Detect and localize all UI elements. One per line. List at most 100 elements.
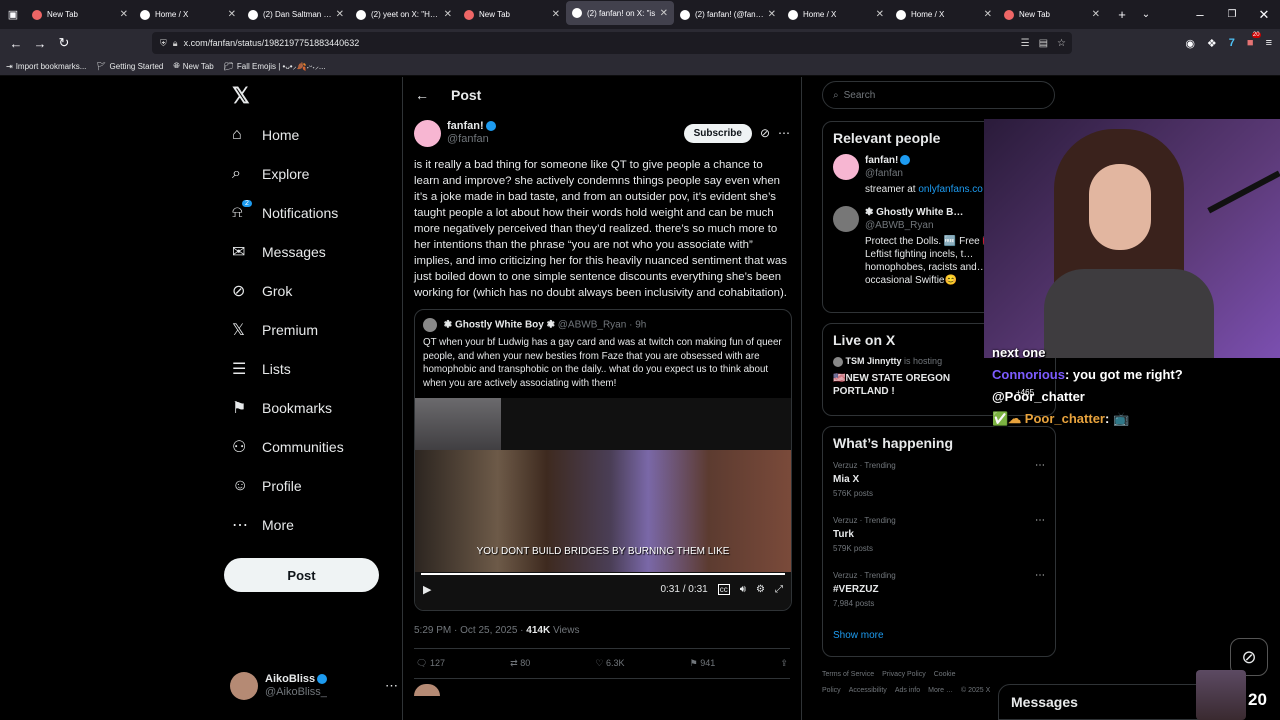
more-dots-icon[interactable]: ⋯ xyxy=(1035,569,1045,583)
ext-badge-icon[interactable]: ■ 20 xyxy=(1247,32,1261,49)
minimize-icon[interactable]: – xyxy=(1184,7,1216,22)
account-icon[interactable]: ◉ xyxy=(1185,37,1195,50)
reader-view-icon[interactable]: ☰ xyxy=(1021,38,1030,49)
post-handle[interactable]: @fanfan xyxy=(447,133,496,146)
live-host[interactable]: TSM Jinnytty xyxy=(846,356,902,366)
nav-item-home[interactable]: ⌂ Home xyxy=(224,115,402,154)
lock-icon[interactable]: 🔒︎ xyxy=(173,38,178,49)
play-icon[interactable]: ▶ xyxy=(423,583,431,596)
footer-link[interactable]: Accessibility xyxy=(849,687,887,694)
footer-link[interactable]: Ads info xyxy=(895,687,920,694)
avatar[interactable] xyxy=(833,154,859,180)
nav-item-profile[interactable]: ☺ Profile xyxy=(224,466,402,505)
fullscreen-icon[interactable]: ⤢ xyxy=(775,584,783,595)
address-bar[interactable]: ⛨ 🔒︎ x.com/fanfan/status/198219775188344… xyxy=(152,32,1072,54)
browser-tab[interactable]: (2) fanfan! (@fanfan ✕ xyxy=(674,0,782,29)
bookmark-star-icon[interactable]: ☆ xyxy=(1057,38,1066,49)
trend-item[interactable]: Verzuz · Trending #VERZUZ 7,984 posts ⋯ xyxy=(833,569,1045,624)
tab-list-icon[interactable]: ▣ xyxy=(0,8,26,21)
more-dots-icon[interactable]: ⋯ xyxy=(1035,459,1045,473)
more-dots-icon[interactable]: ⋯ xyxy=(1035,514,1045,528)
avatar[interactable] xyxy=(414,119,441,147)
browser-tab[interactable]: New Tab ✕ xyxy=(458,0,566,29)
settings-gear-icon[interactable]: ⚙ xyxy=(756,584,765,595)
reply-button[interactable]: 🗨︎ 127 xyxy=(416,658,445,669)
close-tab-icon[interactable]: ✕ xyxy=(444,9,452,20)
more-dots-icon[interactable]: ⋯ xyxy=(778,126,790,140)
post-author[interactable]: fanfan! xyxy=(447,120,484,132)
close-tab-icon[interactable]: ✕ xyxy=(984,9,992,20)
browser-tab[interactable]: New Tab ✕ xyxy=(26,0,134,29)
nav-item-grok[interactable]: ⊘ Grok xyxy=(224,271,402,310)
footer-link[interactable]: © 2025 X xyxy=(961,687,990,694)
share-icon[interactable]: ⇪ xyxy=(780,658,788,669)
shield-icon[interactable]: ⛨ xyxy=(160,38,167,49)
trend-item[interactable]: Verzuz · Trending Mia X 576K posts ⋯ xyxy=(833,459,1045,514)
extensions-icon[interactable]: ❖ xyxy=(1207,37,1217,50)
nav-item-messages[interactable]: ✉ Messages xyxy=(224,232,402,271)
close-tab-icon[interactable]: ✕ xyxy=(552,9,560,20)
captions-icon[interactable]: cc xyxy=(717,583,730,595)
back-arrow-icon[interactable]: ← xyxy=(415,87,429,103)
bookmark-item[interactable]: 🌐︎ New Tab xyxy=(173,61,213,71)
nav-item-premium[interactable]: 𝕏 Premium xyxy=(224,310,402,349)
browser-tab[interactable]: Home / X ✕ xyxy=(134,0,242,29)
browser-tab[interactable]: Home / X ✕ xyxy=(782,0,890,29)
person-name[interactable]: ❃ Ghostly White B… xyxy=(865,207,963,218)
repost-button[interactable]: ⇄ 80 xyxy=(510,658,530,669)
grok-icon[interactable]: ⊘ xyxy=(760,126,770,140)
more-dots-icon[interactable]: ⋯ xyxy=(385,678,398,694)
subscribe-button[interactable]: Subscribe xyxy=(683,123,752,143)
footer-link[interactable]: More … xyxy=(928,687,953,694)
bookmark-item[interactable]: ⇥ Import bookmarks... xyxy=(6,62,86,71)
browser-tab[interactable]: (2) yeet on X: "Hasa ✕ xyxy=(350,0,458,29)
trend-item[interactable]: Verzuz · Trending Turk 579K posts ⋯ xyxy=(833,514,1045,569)
person-handle[interactable]: @ABWB_Ryan xyxy=(865,219,995,232)
browser-tab[interactable]: (2) Dan Saltman on ✕ xyxy=(242,0,350,29)
post-button[interactable]: Post xyxy=(224,558,379,592)
url-text[interactable]: x.com/fanfan/status/1982197751883440632 xyxy=(184,38,360,48)
nav-item-lists[interactable]: ☰ Lists xyxy=(224,349,402,388)
close-tab-icon[interactable]: ✕ xyxy=(336,9,344,20)
new-tab-icon[interactable]: + xyxy=(1110,7,1134,22)
bookmark-item[interactable]: 🚩︎ Getting Started xyxy=(96,62,163,71)
account-switcher[interactable]: AikoBliss @AikoBliss_ ⋯ xyxy=(230,672,398,700)
avatar[interactable] xyxy=(833,206,859,232)
person-link[interactable]: onlyfanfans.co xyxy=(918,184,983,195)
browser-tab[interactable]: Home / X ✕ xyxy=(890,0,998,29)
tab-overflow-icon[interactable]: ⌄ xyxy=(1134,9,1158,20)
bookmark-button[interactable]: ⚑ 941 xyxy=(690,658,716,669)
footer-link[interactable]: Terms of Service xyxy=(822,671,874,678)
footer-link[interactable]: Privacy Policy xyxy=(882,671,926,678)
close-tab-icon[interactable]: ✕ xyxy=(120,9,128,20)
video-progress-track[interactable] xyxy=(421,573,785,575)
bookmark-item[interactable]: 📁︎ Fall Emojis | •ᴗ•⸝🍂˖ᵕ˖⸝... xyxy=(224,61,326,72)
close-tab-icon[interactable]: ✕ xyxy=(876,9,884,20)
nav-item-communities[interactable]: ⚇ Communities xyxy=(224,427,402,466)
x-logo-icon[interactable]: 𝕏 xyxy=(224,77,402,115)
search-input[interactable]: ⌕ Search xyxy=(822,81,1055,109)
person-handle[interactable]: @fanfan xyxy=(865,167,983,180)
close-tab-icon[interactable]: ✕ xyxy=(1092,9,1100,20)
close-tab-icon[interactable]: ✕ xyxy=(660,8,668,19)
browser-tab[interactable]: (2) fanfan! on X: "is ✕ xyxy=(566,1,674,25)
close-window-icon[interactable]: ✕ xyxy=(1248,7,1280,23)
menu-icon[interactable]: ≡ xyxy=(1266,37,1272,49)
close-tab-icon[interactable]: ✕ xyxy=(768,9,776,20)
close-tab-icon[interactable]: ✕ xyxy=(228,9,236,20)
video-player[interactable]: YOU DONT BUILD BRIDGES BY BURNING THEM L… xyxy=(415,398,791,610)
nav-item-notifications[interactable]: ⍾ 2 Notifications xyxy=(224,193,402,232)
back-icon[interactable]: ← xyxy=(4,36,28,51)
reload-icon[interactable]: ↻ xyxy=(52,35,76,51)
browser-tab[interactable]: New Tab ✕ xyxy=(998,0,1106,29)
restore-icon[interactable]: ❐ xyxy=(1216,9,1248,20)
nav-item-explore[interactable]: ⌕ Explore xyxy=(224,154,402,193)
forward-icon[interactable]: → xyxy=(28,36,52,51)
live-event[interactable]: 🇺🇸NEW STATE OREGON PORTLAND ! xyxy=(833,372,963,398)
post-timestamp[interactable]: 5:29 PM · Oct 25, 2025 · xyxy=(414,625,526,636)
nav-item-more[interactable]: ⋯ More xyxy=(224,505,402,544)
volume-icon[interactable]: 🔊︎ xyxy=(740,584,746,595)
quote-card[interactable]: ❃ Ghostly White Boy ❃ @ABWB_Ryan · 9h QT… xyxy=(414,309,792,611)
picture-in-picture-icon[interactable]: ▤ xyxy=(1039,38,1048,49)
show-more-link[interactable]: Show more xyxy=(833,630,1045,641)
